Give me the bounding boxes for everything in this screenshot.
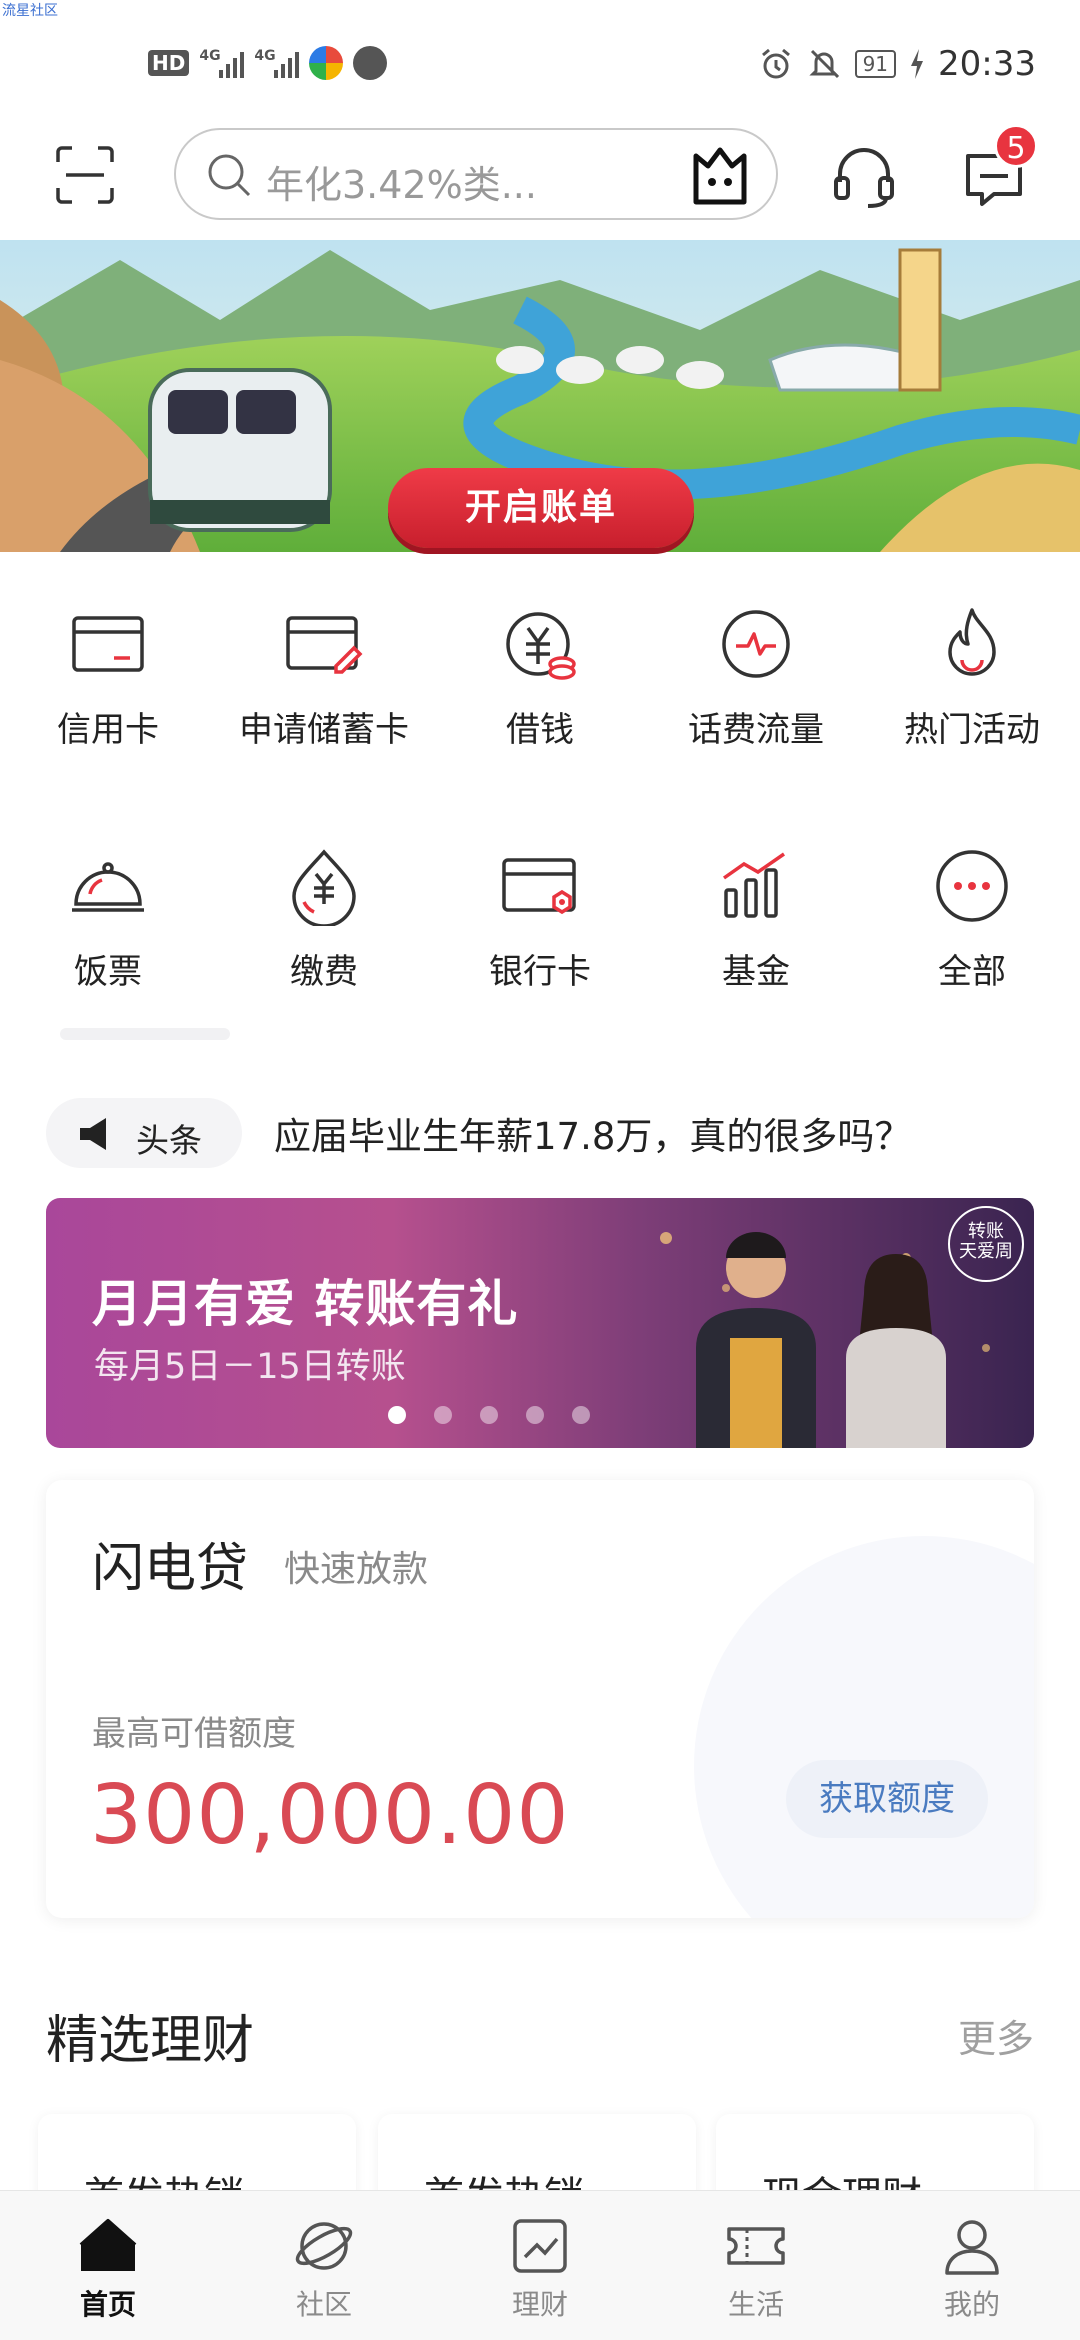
promo-stamp-line: 转账 <box>968 1221 1004 1242</box>
tab-community[interactable]: 社区 <box>216 2191 432 2340</box>
quick-item-meal-ticket[interactable]: 饭票 <box>0 846 216 993</box>
home-icon <box>79 2219 137 2271</box>
apply-card-icon <box>286 616 363 674</box>
loan-title: 闪电贷 <box>92 1539 249 1599</box>
tab-finance[interactable]: 理财 <box>432 2191 648 2340</box>
quick-item-borrow[interactable]: 借钱 <box>432 604 648 751</box>
limit-amount: 300,000.00 <box>90 1768 570 1863</box>
network-type: 4G <box>199 48 221 64</box>
card-decoration <box>694 1536 1034 1918</box>
carousel-dot[interactable] <box>572 1406 590 1424</box>
carousel-dot[interactable] <box>526 1406 544 1424</box>
quick-icons-row-2: 饭票 缴费 银行卡 基金 全部 <box>0 846 1080 993</box>
user-icon <box>945 2220 999 2275</box>
quick-item-label: 热门活动 <box>904 710 1040 750</box>
headset-icon[interactable] <box>832 146 896 208</box>
network-type: 4G <box>254 48 276 64</box>
tab-label: 我的 <box>943 2288 1000 2321</box>
quick-item-apply-debit-card[interactable]: 申请储蓄卡 <box>216 604 432 751</box>
chart-icon <box>513 2219 567 2273</box>
message-count-badge: 5 <box>994 124 1038 168</box>
tab-label: 社区 <box>295 2288 352 2321</box>
credit-card-icon <box>72 616 144 672</box>
carousel-dot[interactable] <box>388 1406 406 1424</box>
watermark-text: 流星社区 <box>2 3 58 19</box>
fund-icon <box>722 852 785 918</box>
promo-stamp: 转账 天爱周 <box>948 1206 1024 1282</box>
quick-item-label: 饭票 <box>74 952 142 992</box>
bottom-tab-bar: 首页 社区 理财 生活 我的 <box>0 2190 1080 2340</box>
tab-home[interactable]: 首页 <box>0 2191 216 2340</box>
loan-subtitle: 快速放款 <box>284 1549 429 1590</box>
quick-item-label: 全部 <box>938 952 1006 992</box>
scan-icon[interactable] <box>56 146 114 204</box>
alarm-icon <box>761 48 790 79</box>
meal-ticket-icon <box>72 862 144 912</box>
search-input[interactable]: 年化3.42%类... <box>174 128 778 220</box>
quick-item-label: 话费流量 <box>688 710 824 750</box>
search-placeholder: 年化3.42%类... <box>266 163 537 207</box>
get-limit-button[interactable]: 获取额度 <box>786 1760 988 1838</box>
more-link[interactable]: 更多 <box>958 2008 1034 2063</box>
carousel-dots <box>388 1406 590 1424</box>
battery-indicator: 91 <box>854 50 897 78</box>
headline-tag-label: 头条 <box>136 1121 202 1160</box>
mascot-icon[interactable] <box>690 142 750 208</box>
headline-tag[interactable]: 头条 <box>46 1098 242 1168</box>
quick-item-fund[interactable]: 基金 <box>648 846 864 993</box>
app-notification-icon <box>353 46 388 80</box>
more-icon <box>936 850 1008 922</box>
signal-icon: 4G <box>254 48 300 78</box>
quick-item-phone-bill[interactable]: 话费流量 <box>648 604 864 751</box>
page-indicator <box>60 1028 230 1040</box>
carousel-dot[interactable] <box>434 1406 452 1424</box>
quick-item-bank-card[interactable]: 银行卡 <box>432 846 648 993</box>
promo-stamp-line: 天爱周 <box>959 1241 1013 1262</box>
train-left <box>148 368 332 532</box>
tab-label: 生活 <box>727 2288 784 2321</box>
quick-item-label: 申请储蓄卡 <box>239 710 409 750</box>
quick-item-label: 基金 <box>722 952 790 992</box>
quick-item-payment[interactable]: 缴费 <box>216 846 432 993</box>
tab-label: 首页 <box>79 2288 136 2321</box>
open-bill-button[interactable]: 开启账单 <box>388 468 694 548</box>
hd-badge: HD <box>148 50 190 76</box>
promo-subtitle: 每月5日－15日转账 <box>94 1347 406 1387</box>
search-icon <box>208 154 251 197</box>
ticket-icon <box>727 2227 785 2265</box>
planet-icon <box>295 2222 353 2270</box>
quick-loan-card[interactable]: 闪电贷 快速放款 最高可借额度 300,000.00 获取额度 <box>46 1480 1034 1918</box>
carousel-dot[interactable] <box>480 1406 498 1424</box>
headline-news-link[interactable]: 应届毕业生年薪17.8万，真的很多吗？ <box>274 1106 911 1160</box>
quick-item-label: 信用卡 <box>57 710 159 750</box>
charging-icon <box>911 49 924 79</box>
top-header: 年化3.42%类... 5 <box>0 124 1080 224</box>
quick-item-hot-events[interactable]: 热门活动 <box>864 604 1080 751</box>
quick-item-label: 借钱 <box>506 710 574 750</box>
status-bar: HD 4G 4G 91 20:33 <box>0 40 1080 96</box>
quick-icons-row-1: 信用卡 申请储蓄卡 借钱 话费流量 热门活动 <box>0 604 1080 751</box>
app-notification-icon <box>309 46 344 80</box>
flame-icon <box>948 608 996 676</box>
tab-mine[interactable]: 我的 <box>864 2191 1080 2340</box>
limit-label: 最高可借额度 <box>92 1714 296 1754</box>
phone-bill-icon <box>722 610 790 678</box>
tab-label: 理财 <box>511 2288 568 2321</box>
tab-life[interactable]: 生活 <box>648 2191 864 2340</box>
quick-item-credit-card[interactable]: 信用卡 <box>0 604 216 751</box>
speaker-icon <box>80 1118 106 1150</box>
quick-item-label: 银行卡 <box>489 952 591 992</box>
quick-item-all[interactable]: 全部 <box>864 846 1080 993</box>
borrow-icon <box>506 612 576 680</box>
clock: 20:33 <box>938 44 1036 84</box>
bank-card-icon <box>502 858 576 915</box>
payment-icon <box>292 849 356 926</box>
promo-title: 月月有爱 转账有礼 <box>92 1275 519 1333</box>
quick-item-label: 缴费 <box>290 952 358 992</box>
section-title: 精选理财 <box>46 2011 255 2071</box>
signal-icon: 4G <box>199 48 245 78</box>
mute-bell-icon <box>808 49 839 79</box>
